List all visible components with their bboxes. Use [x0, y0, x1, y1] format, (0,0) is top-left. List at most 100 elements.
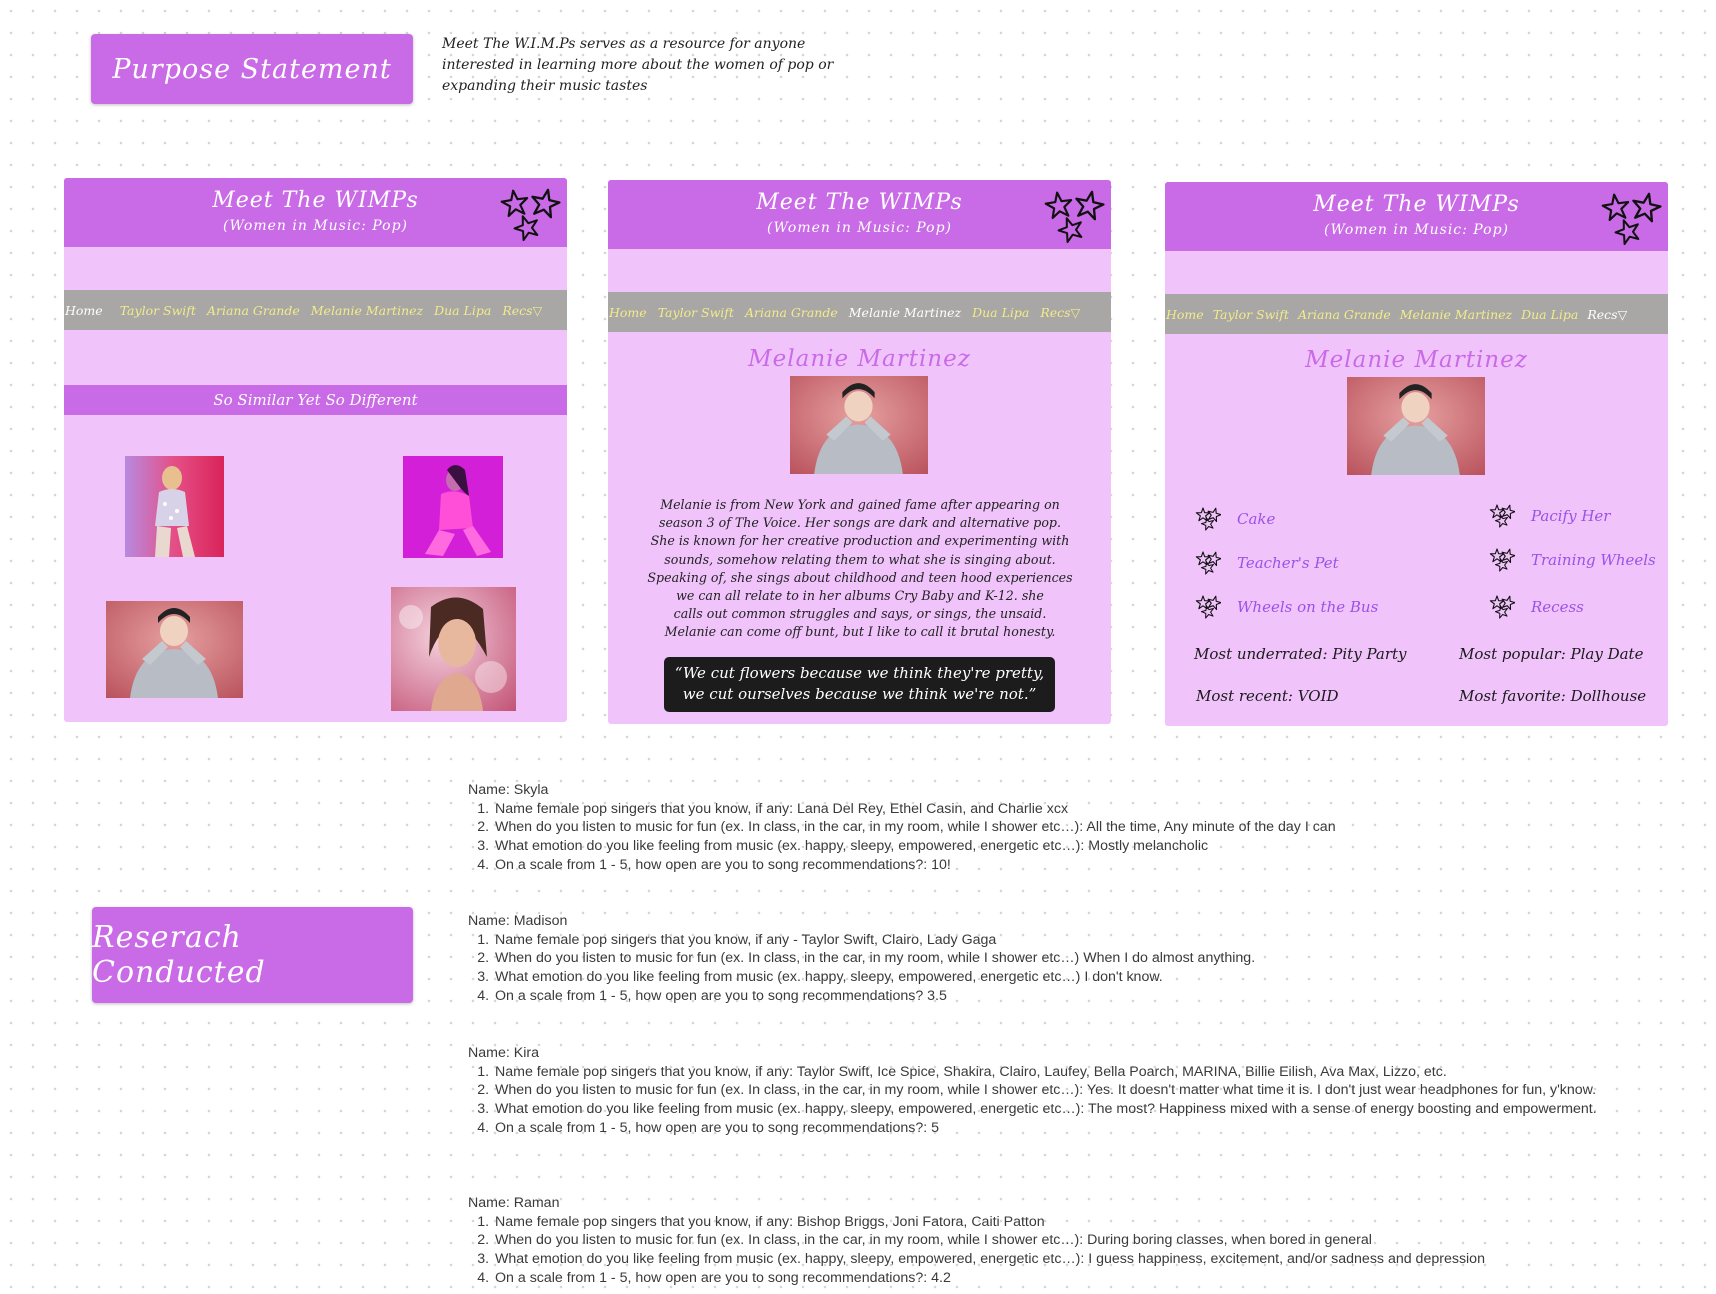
- quote-line: “We cut flowers because we think they're…: [674, 664, 1045, 682]
- site-subtitle: (Women in Music: Pop): [766, 220, 953, 236]
- nav-melanie-martinez[interactable]: Melanie Martinez: [311, 303, 423, 318]
- answer-item: When do you listen to music for fun (ex.…: [493, 949, 1648, 968]
- nav-ariana-grande[interactable]: Ariana Grande: [207, 303, 300, 318]
- site-subtitle: (Women in Music: Pop): [1323, 222, 1510, 238]
- song-item[interactable]: Training Wheels: [1489, 548, 1656, 572]
- answer-item: What emotion do you like feeling from mu…: [493, 968, 1648, 987]
- nav-home[interactable]: Home: [609, 305, 647, 320]
- answer-item: Name female pop singers that you know, i…: [493, 1063, 1618, 1082]
- fact-most-recent: Most recent: VOID: [1196, 687, 1339, 705]
- site-header: Meet The WIMPs (Women in Music: Pop): [64, 178, 567, 247]
- song-title: Wheels on the Bus: [1237, 598, 1379, 616]
- answer-item: Name female pop singers that you know, i…: [493, 800, 1648, 819]
- answer-item: On a scale from 1 - 5, how open are you …: [493, 856, 1648, 875]
- bio-line: Melanie can come off bunt, but I like to…: [664, 624, 1056, 640]
- respondent-name: Name: Skyla: [468, 782, 549, 798]
- site-navbar: Home Taylor Swift Ariana Grande Melanie …: [1165, 294, 1668, 334]
- nav-ariana-grande[interactable]: Ariana Grande: [1298, 307, 1391, 322]
- site-title: Meet The WIMPs: [212, 188, 419, 213]
- nav-taylor-swift[interactable]: Taylor Swift: [1213, 307, 1289, 322]
- wireframe-artist-bio-page[interactable]: Meet The WIMPs (Women in Music: Pop) Hom…: [608, 180, 1111, 724]
- artist-photo-dua-lipa[interactable]: [403, 456, 503, 558]
- song-item[interactable]: Pacify Her: [1489, 504, 1610, 528]
- nav-dua-lipa[interactable]: Dua Lipa: [434, 303, 491, 318]
- stars-icon: [1489, 504, 1515, 528]
- nav-recs-dropdown[interactable]: Recs▽: [1040, 305, 1080, 320]
- nav-dua-lipa[interactable]: Dua Lipa: [972, 305, 1029, 320]
- song-title: Training Wheels: [1531, 551, 1656, 569]
- nav-recs-dropdown[interactable]: Recs▽: [1587, 307, 1627, 322]
- artist-heading: Melanie Martinez: [748, 346, 971, 372]
- answer-list: Name female pop singers that you know, i…: [468, 1063, 1618, 1138]
- answer-item: When do you listen to music for fun (ex.…: [493, 1081, 1618, 1100]
- site-navbar: Home Taylor Swift Ariana Grande Melanie …: [64, 290, 567, 330]
- answer-item: Name female pop singers that you know, i…: [493, 931, 1648, 950]
- research-conducted-sticker[interactable]: Reserach Conducted: [92, 907, 413, 1003]
- bio-line: calls out common struggles and says, or …: [673, 606, 1047, 622]
- stars-icon: [1489, 548, 1515, 572]
- wireframe-artist-songs-page[interactable]: Meet The WIMPs (Women in Music: Pop) Hom…: [1165, 182, 1668, 726]
- song-item[interactable]: Teacher's Pet: [1195, 551, 1339, 575]
- artist-photo-ariana-grande[interactable]: [391, 587, 516, 711]
- respondent-name: Name: Raman: [468, 1195, 560, 1211]
- purpose-statement-text: Meet The W.I.M.Ps serves as a resource f…: [442, 36, 834, 94]
- quote-line: we cut ourselves because we think we're …: [682, 684, 1037, 703]
- answer-list: Name female pop singers that you know, i…: [468, 800, 1648, 875]
- song-title: Teacher's Pet: [1237, 554, 1339, 572]
- fact-most-underrated: Most underrated: Pity Party: [1194, 645, 1407, 663]
- stars-icon: [499, 185, 563, 242]
- nav-recs-dropdown[interactable]: Recs▽: [502, 303, 542, 318]
- answer-list: Name female pop singers that you know, i…: [468, 931, 1648, 1006]
- site-header: Meet The WIMPs (Women in Music: Pop): [608, 180, 1111, 249]
- research-entry: Name: Raman Name female pop singers that…: [468, 1194, 1648, 1288]
- site-subtitle: (Women in Music: Pop): [222, 218, 409, 234]
- song-item[interactable]: Recess: [1489, 595, 1584, 619]
- nav-melanie-martinez[interactable]: Melanie Martinez: [849, 305, 961, 320]
- artist-photo-melanie-martinez[interactable]: [790, 376, 928, 474]
- answer-item: On a scale from 1 - 5, how open are you …: [493, 1119, 1618, 1138]
- research-entry: Name: Skyla Name female pop singers that…: [468, 781, 1648, 875]
- site-title: Meet The WIMPs: [756, 190, 963, 215]
- bio-line: Melanie is from New York and gained fame…: [660, 497, 1060, 512]
- song-title: Recess: [1531, 598, 1584, 616]
- answer-item: On a scale from 1 - 5, how open are you …: [493, 1269, 1648, 1288]
- nav-taylor-swift[interactable]: Taylor Swift: [658, 305, 734, 320]
- fact-most-popular: Most popular: Play Date: [1459, 645, 1644, 663]
- answer-item: On a scale from 1 - 5, how open are you …: [493, 987, 1648, 1006]
- site-title: Meet The WIMPs: [1313, 192, 1520, 217]
- nav-taylor-swift[interactable]: Taylor Swift: [120, 303, 196, 318]
- purpose-statement-sticker[interactable]: Purpose Statement: [91, 34, 413, 104]
- bio-line: She is known for her creative production…: [650, 533, 1070, 549]
- wireframe-home-page[interactable]: Meet The WIMPs (Women in Music: Pop) Hom…: [64, 178, 567, 722]
- bio-line: sounds, somehow relating them to what sh…: [664, 551, 1056, 567]
- section-title-bar: So Similar Yet So Different: [64, 385, 567, 415]
- stars-icon: [1043, 187, 1107, 244]
- artist-photo-taylor-swift[interactable]: [125, 456, 224, 557]
- answer-item: When do you listen to music for fun (ex.…: [493, 1231, 1648, 1250]
- nav-home[interactable]: Home: [65, 303, 103, 318]
- nav-melanie-martinez[interactable]: Melanie Martinez: [1400, 307, 1512, 322]
- research-entry: Name: Kira Name female pop singers that …: [468, 1044, 1618, 1138]
- stars-icon: [1600, 189, 1664, 246]
- artist-photo-melanie-martinez[interactable]: [106, 601, 243, 698]
- fact-most-favorite: Most favorite: Dollhouse: [1459, 687, 1647, 705]
- nav-ariana-grande[interactable]: Ariana Grande: [745, 305, 838, 320]
- song-item[interactable]: Cake: [1195, 507, 1275, 531]
- answer-item: What emotion do you like feeling from mu…: [493, 1250, 1648, 1269]
- research-entry: Name: Madison Name female pop singers th…: [468, 912, 1648, 1006]
- artist-bio-text: Melanie is from New York and gained fame…: [630, 496, 1090, 642]
- nav-home[interactable]: Home: [1166, 307, 1204, 322]
- answer-item: What emotion do you like feeling from mu…: [493, 1100, 1618, 1119]
- site-navbar: Home Taylor Swift Ariana Grande Melanie …: [608, 292, 1111, 332]
- answer-item: Name female pop singers that you know, i…: [493, 1213, 1648, 1232]
- song-title: Pacify Her: [1531, 507, 1611, 525]
- song-title: Cake: [1237, 510, 1276, 528]
- artist-quote: “We cut flowers because we think they're…: [664, 657, 1055, 712]
- answer-list: Name female pop singers that you know, i…: [468, 1213, 1648, 1288]
- bio-line: season 3 of The Voice. Her songs are dar…: [659, 515, 1061, 531]
- artist-photo-melanie-martinez[interactable]: [1347, 377, 1485, 475]
- song-item[interactable]: Wheels on the Bus: [1195, 595, 1378, 619]
- respondent-name: Name: Kira: [468, 1045, 539, 1061]
- bio-line: we can all relate to in her albums Cry B…: [676, 588, 1044, 604]
- nav-dua-lipa[interactable]: Dua Lipa: [1521, 307, 1578, 322]
